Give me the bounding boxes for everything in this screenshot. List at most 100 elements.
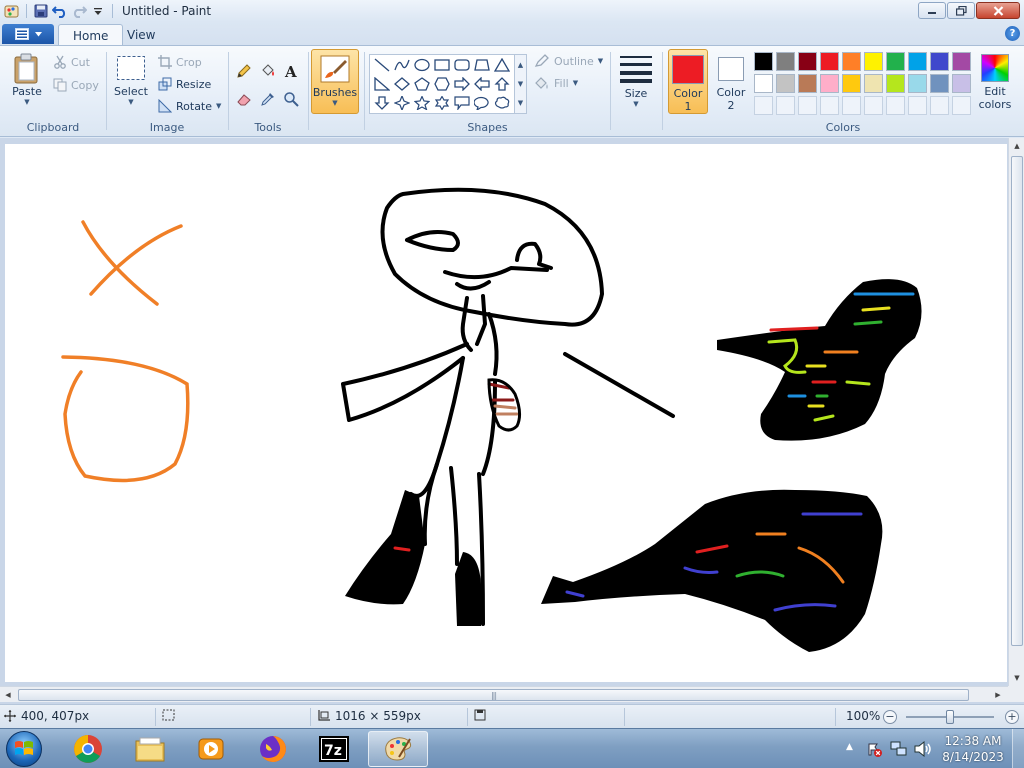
outline-button[interactable]: Outline ▼ [534, 54, 603, 68]
six-point-star-shape[interactable] [432, 94, 452, 112]
taskbar-app-chrome[interactable] [60, 731, 116, 767]
oval-shape[interactable] [412, 56, 432, 74]
copy-button[interactable]: Copy [53, 78, 99, 92]
volume-icon[interactable] [914, 740, 932, 760]
color2-button[interactable]: Color 2 [711, 49, 751, 114]
scroll-down-icon[interactable]: ▼ [518, 80, 523, 88]
scroll-down-icon[interactable]: ▼ [1009, 670, 1024, 686]
horizontal-scroll-thumb[interactable]: ||| [18, 689, 969, 701]
diamond-shape[interactable] [392, 75, 412, 93]
horizontal-scrollbar[interactable]: ◀ ||| ▶ [0, 686, 1008, 702]
tray-overflow-icon[interactable]: ▲ [846, 742, 853, 752]
color1-button[interactable]: Color 1 [668, 49, 708, 114]
zoom-slider-thumb[interactable] [946, 710, 954, 724]
down-arrow-shape[interactable] [372, 94, 392, 112]
network-icon[interactable] [890, 741, 908, 760]
shapes-gallery-scroll[interactable]: ▲ ▼ ▼ [515, 54, 527, 114]
palette-custom-slot[interactable] [820, 96, 839, 115]
taskbar-clock[interactable]: 12:38 AM 8/14/2023 [940, 733, 1006, 765]
fill-tool[interactable] [257, 61, 278, 81]
palette-custom-slot[interactable] [864, 96, 883, 115]
show-desktop-button[interactable] [1012, 729, 1024, 768]
pencil-tool[interactable] [233, 61, 254, 81]
line-shape[interactable] [372, 56, 392, 74]
scroll-left-icon[interactable]: ◀ [0, 687, 16, 703]
select-button[interactable]: Select ▼ [113, 55, 149, 106]
taskbar-app-firefox[interactable] [245, 731, 301, 767]
rounded-rectangle-shape[interactable] [452, 56, 472, 74]
oval-callout-shape[interactable] [472, 94, 492, 112]
hexagon-shape[interactable] [432, 75, 452, 93]
tab-view[interactable]: View [113, 24, 169, 46]
palette-custom-slot[interactable] [842, 96, 861, 115]
customize-qat-dropdown-icon[interactable] [90, 3, 106, 19]
five-point-star-shape[interactable] [412, 94, 432, 112]
resize-button[interactable]: Resize [158, 77, 211, 91]
taskbar-app-paint[interactable] [368, 731, 428, 767]
palette-custom-slot[interactable] [930, 96, 949, 115]
zoom-in-button[interactable]: + [1005, 710, 1019, 724]
palette-swatch[interactable] [798, 74, 817, 93]
taskbar-app-file-explorer[interactable] [122, 731, 178, 767]
palette-swatch[interactable] [930, 52, 949, 71]
palette-custom-slot[interactable] [952, 96, 971, 115]
size-button[interactable]: Size ▼ [616, 53, 656, 108]
paint-menu-button[interactable] [2, 24, 54, 44]
drawing-canvas[interactable] [5, 144, 1007, 682]
left-arrow-shape[interactable] [472, 75, 492, 93]
rectangular-callout-shape[interactable] [452, 94, 472, 112]
palette-swatch[interactable] [908, 74, 927, 93]
cloud-callout-shape[interactable] [492, 94, 512, 112]
palette-swatch[interactable] [886, 74, 905, 93]
taskbar-app-media-player[interactable] [183, 731, 239, 767]
taskbar-app-7-zip[interactable]: 7z [306, 731, 362, 767]
up-arrow-shape[interactable] [492, 75, 512, 93]
minimize-button[interactable] [918, 2, 946, 19]
palette-swatch[interactable] [930, 74, 949, 93]
rectangle-shape[interactable] [432, 56, 452, 74]
crop-button[interactable]: Crop [158, 55, 202, 69]
undo-icon[interactable] [52, 3, 68, 19]
close-button[interactable] [976, 2, 1020, 19]
palette-swatch[interactable] [864, 74, 883, 93]
palette-swatch[interactable] [820, 74, 839, 93]
palette-custom-slot[interactable] [886, 96, 905, 115]
palette-swatch[interactable] [886, 52, 905, 71]
start-button[interactable] [6, 731, 42, 767]
curve-shape[interactable] [392, 56, 412, 74]
palette-swatch[interactable] [798, 52, 817, 71]
palette-swatch[interactable] [776, 74, 795, 93]
triangle-shape[interactable] [492, 56, 512, 74]
palette-custom-slot[interactable] [908, 96, 927, 115]
redo-icon[interactable] [71, 3, 87, 19]
scroll-right-icon[interactable]: ▶ [990, 687, 1006, 703]
scroll-up-icon[interactable]: ▲ [518, 61, 523, 69]
brushes-button[interactable]: Brushes ▼ [311, 49, 359, 114]
palette-swatch[interactable] [952, 52, 971, 71]
save-icon[interactable] [33, 3, 49, 19]
palette-swatch[interactable] [842, 52, 861, 71]
vertical-scroll-thumb[interactable] [1011, 156, 1023, 646]
action-center-icon[interactable] [866, 741, 882, 760]
fill-button[interactable]: Fill ▼ [534, 76, 578, 90]
scroll-up-icon[interactable]: ▲ [1009, 138, 1024, 154]
palette-swatch[interactable] [842, 74, 861, 93]
paint-app-icon[interactable] [4, 3, 20, 19]
palette-custom-slot[interactable] [754, 96, 773, 115]
help-icon[interactable]: ? [1005, 26, 1020, 41]
palette-swatch[interactable] [820, 52, 839, 71]
palette-swatch[interactable] [952, 74, 971, 93]
four-point-star-shape[interactable] [392, 94, 412, 112]
palette-swatch[interactable] [754, 52, 773, 71]
magnifier-tool[interactable] [280, 89, 301, 109]
zoom-out-button[interactable]: − [883, 710, 897, 724]
polygon-shape[interactable] [472, 56, 492, 74]
pentagon-shape[interactable] [412, 75, 432, 93]
palette-swatch[interactable] [754, 74, 773, 93]
palette-swatch[interactable] [864, 52, 883, 71]
right-triangle-shape[interactable] [372, 75, 392, 93]
edit-colors-button[interactable]: Edit colors [976, 49, 1014, 114]
palette-swatch[interactable] [776, 52, 795, 71]
text-tool[interactable]: A [280, 61, 301, 81]
palette-custom-slot[interactable] [776, 96, 795, 115]
